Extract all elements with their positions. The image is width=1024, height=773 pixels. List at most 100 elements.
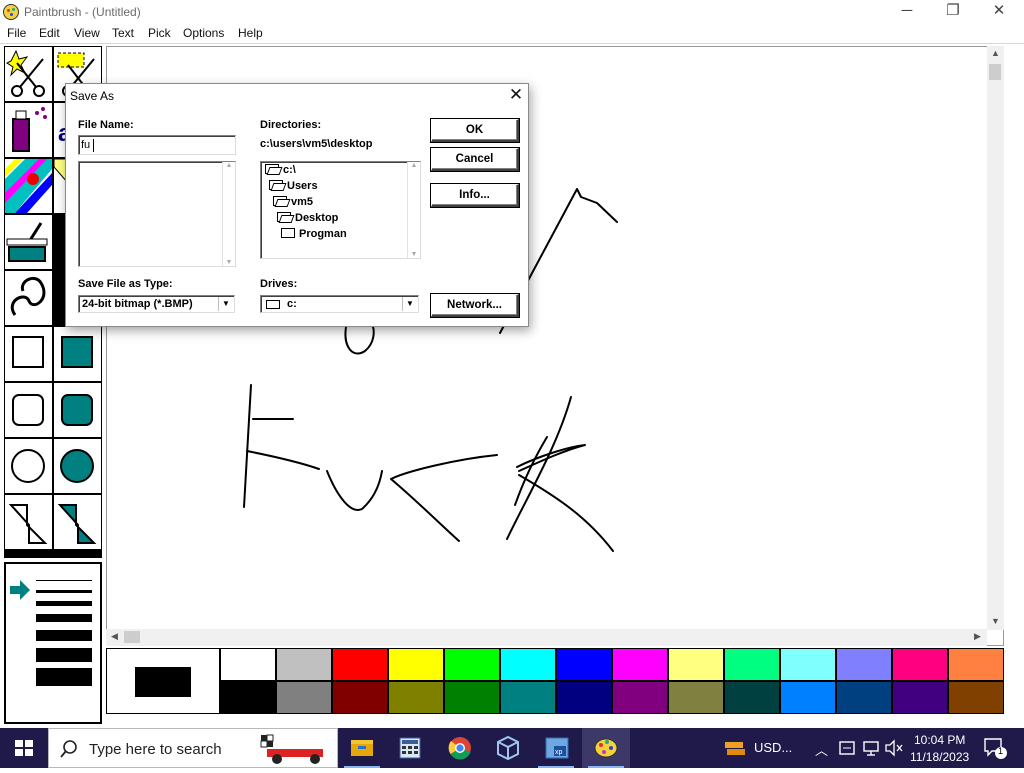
- color-swatch[interactable]: [781, 682, 835, 713]
- ellipse-tool[interactable]: [5, 439, 52, 493]
- line-width-7[interactable]: [36, 668, 92, 686]
- close-window-button[interactable]: ✕: [976, 0, 1022, 24]
- chevron-up-icon[interactable]: ︿: [815, 740, 828, 759]
- minimize-button[interactable]: ─: [884, 0, 930, 24]
- horizontal-scroll-thumb[interactable]: [124, 631, 140, 643]
- menu-options[interactable]: Options: [183, 26, 224, 40]
- airbrush-tool[interactable]: [5, 103, 52, 157]
- color-swatch[interactable]: [837, 649, 891, 680]
- taskbar-search-box[interactable]: Type here to search: [48, 728, 338, 768]
- horizontal-scrollbar[interactable]: ◀ ▶: [106, 629, 987, 646]
- info-button[interactable]: Info...: [431, 184, 519, 207]
- dir-progman[interactable]: Progman: [281, 228, 347, 240]
- scroll-left-icon[interactable]: ◀: [111, 631, 118, 642]
- vertical-scrollbar[interactable]: ▲ ▼: [987, 46, 1004, 630]
- color-swatch[interactable]: [613, 649, 667, 680]
- clock-time[interactable]: 10:04 PM: [914, 733, 965, 747]
- vertical-scroll-thumb[interactable]: [989, 64, 1001, 80]
- scroll-up-icon[interactable]: ▲: [991, 48, 1000, 58]
- menu-text[interactable]: Text: [112, 26, 134, 40]
- color-swatch[interactable]: [557, 682, 611, 713]
- color-swatch[interactable]: [837, 682, 891, 713]
- line-width-5[interactable]: [36, 630, 92, 641]
- color-swatch[interactable]: [277, 649, 331, 680]
- directory-tree[interactable]: c:\ Users vm5 Desktop Progman ▲ ▼: [260, 161, 421, 259]
- color-eraser-tool[interactable]: [5, 159, 52, 213]
- color-swatch[interactable]: [893, 682, 947, 713]
- curve-tool[interactable]: [5, 271, 52, 325]
- color-swatch[interactable]: [221, 649, 275, 680]
- color-swatch[interactable]: [725, 649, 779, 680]
- save-type-select[interactable]: 24-bit bitmap (*.BMP) ▼: [78, 295, 235, 313]
- dir-vm5[interactable]: vm5: [273, 196, 313, 208]
- color-swatch[interactable]: [501, 682, 555, 713]
- scissors-tool[interactable]: [5, 47, 52, 101]
- line-width-1[interactable]: [36, 580, 92, 581]
- line-width-2[interactable]: [36, 590, 92, 593]
- clock-date[interactable]: 11/18/2023: [910, 750, 969, 764]
- filled-box-tool[interactable]: [54, 327, 101, 381]
- security-icon[interactable]: [838, 739, 856, 757]
- volume-muted-icon[interactable]: [884, 739, 904, 757]
- file-list-scrollbar[interactable]: ▲ ▼: [222, 162, 235, 266]
- color-swatch[interactable]: [893, 649, 947, 680]
- color-swatch[interactable]: [613, 682, 667, 713]
- scroll-right-icon[interactable]: ▶: [974, 631, 981, 642]
- color-swatch[interactable]: [557, 649, 611, 680]
- menu-edit[interactable]: Edit: [39, 26, 60, 40]
- filled-ellipse-tool[interactable]: [54, 439, 101, 493]
- line-width-4[interactable]: [36, 614, 92, 622]
- color-swatch[interactable]: [333, 649, 387, 680]
- network-button[interactable]: Network...: [431, 294, 519, 317]
- color-swatch[interactable]: [501, 649, 555, 680]
- filled-polygon-tool[interactable]: [54, 495, 101, 549]
- scroll-down-icon[interactable]: ▼: [408, 251, 420, 258]
- color-swatch[interactable]: [445, 682, 499, 713]
- chevron-down-icon[interactable]: ▼: [218, 297, 233, 311]
- taskbar-virtualbox[interactable]: [482, 728, 530, 768]
- color-swatch[interactable]: [221, 682, 275, 713]
- file-name-field[interactable]: fu: [78, 135, 236, 155]
- color-swatch[interactable]: [389, 682, 443, 713]
- dialog-close-button[interactable]: ✕: [503, 84, 529, 106]
- box-tool[interactable]: [5, 327, 52, 381]
- scroll-down-icon[interactable]: ▼: [223, 259, 235, 266]
- menu-help[interactable]: Help: [238, 26, 263, 40]
- rounded-box-tool[interactable]: [5, 383, 52, 437]
- menu-view[interactable]: View: [74, 26, 100, 40]
- color-swatch[interactable]: [333, 682, 387, 713]
- taskbar-xp-vm[interactable]: xp: [532, 728, 580, 768]
- maximize-button[interactable]: ❐: [930, 0, 976, 24]
- color-swatch[interactable]: [781, 649, 835, 680]
- color-swatch[interactable]: [949, 682, 1003, 713]
- network-icon[interactable]: [862, 739, 880, 757]
- scroll-up-icon[interactable]: ▲: [223, 162, 235, 169]
- menu-pick[interactable]: Pick: [148, 26, 171, 40]
- weather-widget-text[interactable]: USD...: [754, 740, 792, 755]
- file-list[interactable]: ▲ ▼: [78, 161, 236, 267]
- notification-center-button[interactable]: 1: [982, 736, 1008, 760]
- chevron-down-icon[interactable]: ▼: [402, 297, 417, 311]
- cancel-button[interactable]: Cancel: [431, 148, 519, 171]
- dir-desktop[interactable]: Desktop: [277, 212, 338, 224]
- taskbar-chrome[interactable]: [434, 728, 482, 768]
- color-swatch[interactable]: [949, 649, 1003, 680]
- color-swatch[interactable]: [725, 682, 779, 713]
- line-width-6[interactable]: [36, 648, 92, 662]
- taskbar-paintbrush[interactable]: [582, 728, 630, 768]
- color-swatch[interactable]: [445, 649, 499, 680]
- line-width-3[interactable]: [36, 601, 92, 606]
- directory-scrollbar[interactable]: ▲ ▼: [407, 162, 420, 258]
- polygon-tool[interactable]: [5, 495, 52, 549]
- dir-users[interactable]: Users: [269, 180, 318, 192]
- color-swatch[interactable]: [389, 649, 443, 680]
- color-swatch[interactable]: [669, 649, 723, 680]
- scroll-up-icon[interactable]: ▲: [408, 162, 420, 169]
- paint-roller-tool[interactable]: [5, 215, 52, 269]
- color-swatch[interactable]: [277, 682, 331, 713]
- color-swatch[interactable]: [669, 682, 723, 713]
- ok-button[interactable]: OK: [431, 119, 519, 142]
- taskbar-calculator[interactable]: [386, 728, 434, 768]
- dir-root[interactable]: c:\: [265, 164, 296, 176]
- scroll-down-icon[interactable]: ▼: [991, 616, 1000, 626]
